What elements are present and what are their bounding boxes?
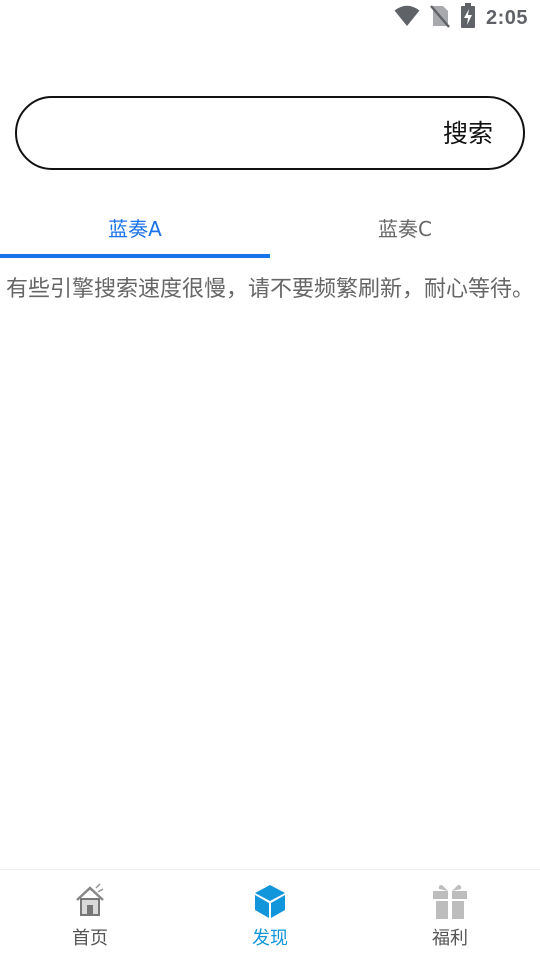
nav-item-home[interactable]: 首页 [0,870,180,960]
search-button[interactable]: 搜索 [443,116,493,152]
gift-icon [430,882,470,920]
tab-bar: 蓝奏A 蓝奏C [0,196,540,258]
search-box: 搜索 [15,96,525,170]
no-sim-icon [430,4,450,32]
wifi-icon [394,5,420,31]
nav-label: 福利 [432,928,468,949]
home-icon [70,882,110,920]
cube-icon [250,882,290,920]
tab-lanzou-c[interactable]: 蓝奏C [270,196,540,258]
status-icons: 2:05 [394,3,528,33]
nav-label: 首页 [72,928,108,949]
nav-item-discover[interactable]: 发现 [180,870,360,960]
tab-label: 蓝奏C [378,216,432,241]
nav-label: 发现 [252,928,288,949]
battery-charging-icon [460,3,476,33]
nav-item-welfare[interactable]: 福利 [360,870,540,960]
status-time: 2:05 [485,6,528,29]
status-bar: 2:05 [0,0,540,36]
app-screen: 2:05 搜索 蓝奏A 蓝奏C 有些引擎搜索速度很慢，请不要频繁刷新，耐心等待。 [0,0,540,960]
tab-active-indicator [0,254,270,258]
tab-lanzou-a[interactable]: 蓝奏A [0,196,270,258]
notice-text: 有些引擎搜索速度很慢，请不要频繁刷新，耐心等待。 [5,277,534,302]
tab-label: 蓝奏A [108,216,162,241]
search-input[interactable] [41,110,425,158]
bottom-nav: 首页 发现 福利 [0,869,540,960]
